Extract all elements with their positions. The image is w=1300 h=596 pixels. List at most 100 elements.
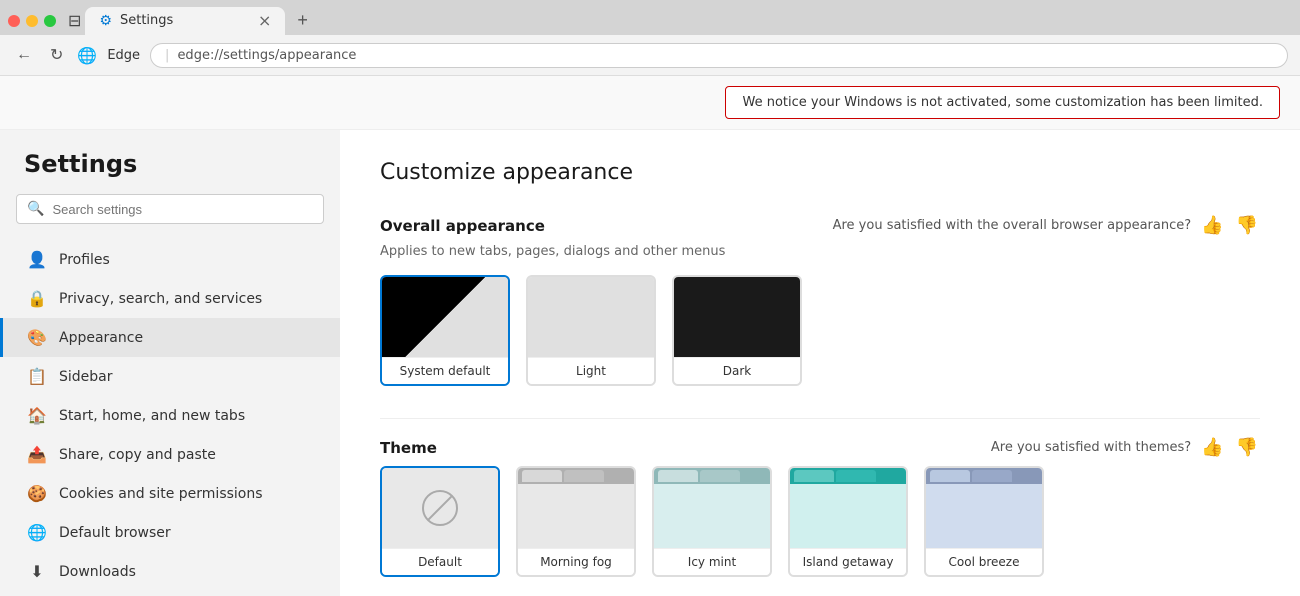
sidebar-item-label-share: Share, copy and paste [59, 447, 216, 463]
cookies-icon: 🍪 [27, 484, 47, 503]
dark-preview [674, 277, 800, 357]
sidebar-toggle-button[interactable]: ⊟ [68, 11, 81, 31]
light-preview [528, 277, 654, 357]
theme-option-island-getaway[interactable]: Island getaway [788, 466, 908, 577]
theme-section: Theme Are you satisfied with themes? 👍 👎… [380, 435, 1260, 577]
share-icon: 📤 [27, 445, 47, 464]
sidebar-item-label-sidebar: Sidebar [59, 369, 113, 385]
island-getaway-visual [790, 468, 906, 548]
theme-section-header: Theme Are you satisfied with themes? 👍 👎 [380, 435, 1260, 460]
theme-option-cool-breeze[interactable]: Cool breeze [924, 466, 1044, 577]
profiles-icon: 👤 [27, 250, 47, 269]
light-label: Light [528, 357, 654, 384]
theme-option-icy-mint[interactable]: Icy mint [652, 466, 772, 577]
new-tab-button[interactable]: + [289, 6, 316, 35]
appearance-option-dark[interactable]: Dark [672, 275, 802, 386]
traffic-light-close[interactable] [8, 15, 20, 27]
icy-mint-preview [654, 468, 770, 548]
address-text: edge://settings/appearance [177, 48, 356, 63]
sidebar-item-downloads[interactable]: ⬇ Downloads [0, 552, 340, 591]
default-theme-preview [382, 468, 498, 548]
appearance-option-system-default[interactable]: System default [380, 275, 510, 386]
search-icon: 🔍 [27, 201, 44, 217]
appearance-option-light[interactable]: Light [526, 275, 656, 386]
sidebar-item-label-downloads: Downloads [59, 564, 136, 580]
sidebar-item-label-start: Start, home, and new tabs [59, 408, 245, 424]
system-default-label: System default [382, 357, 508, 384]
system-default-visual [382, 277, 508, 357]
settings-search-box[interactable]: 🔍 [16, 194, 324, 224]
sidebar-item-label-profiles: Profiles [59, 252, 110, 268]
morning-fog-label: Morning fog [518, 548, 634, 575]
default-theme-label: Default [382, 548, 498, 575]
overall-thumbs-down-button[interactable]: 👎 [1234, 213, 1260, 238]
overall-thumbs-up-button[interactable]: 👍 [1199, 213, 1225, 238]
appearance-options-row: System default Light Dark [380, 275, 1260, 386]
sidebar-item-sidebar[interactable]: 📋 Sidebar [0, 357, 340, 396]
island-getaway-label: Island getaway [790, 548, 906, 575]
tab-title: Settings [120, 13, 173, 28]
cool-breeze-label: Cool breeze [926, 548, 1042, 575]
dark-label: Dark [674, 357, 800, 384]
traffic-light-fullscreen[interactable] [44, 15, 56, 27]
overall-section-subtitle: Applies to new tabs, pages, dialogs and … [380, 244, 1260, 259]
sidebar-icon: 📋 [27, 367, 47, 386]
overall-appearance-section: Overall appearance Are you satisfied wit… [380, 213, 1260, 386]
theme-section-title: Theme [380, 439, 991, 457]
settings-sidebar: Settings 🔍 👤 Profiles 🔒 Privacy, search,… [0, 130, 340, 596]
theme-thumbs-up-button[interactable]: 👍 [1199, 435, 1225, 460]
morning-fog-visual [518, 468, 634, 548]
island-getaway-preview [790, 468, 906, 548]
sidebar-item-label-appearance: Appearance [59, 330, 143, 346]
theme-thumbs-down-button[interactable]: 👎 [1234, 435, 1260, 460]
home-icon: 🏠 [27, 406, 47, 425]
sidebar-item-appearance[interactable]: 🎨 Appearance [0, 318, 340, 357]
section-divider [380, 418, 1260, 419]
privacy-icon: 🔒 [27, 289, 47, 308]
tab-settings-icon: ⚙ [99, 13, 112, 29]
sidebar-item-profiles[interactable]: 👤 Profiles [0, 240, 340, 279]
theme-feedback-question: Are you satisfied with themes? [991, 440, 1191, 455]
system-default-preview [382, 277, 508, 357]
light-visual [528, 277, 654, 357]
address-divider: | [165, 48, 169, 63]
tab-close-button[interactable]: × [258, 13, 271, 29]
overall-feedback-question: Are you satisfied with the overall brows… [833, 218, 1192, 233]
default-browser-icon: 🌐 [27, 523, 47, 542]
sidebar-item-family-safety[interactable]: 👨‍👩‍👧 Family safety [0, 591, 340, 596]
theme-option-default[interactable]: Default [380, 466, 500, 577]
overall-section-header: Overall appearance Are you satisfied wit… [380, 213, 1260, 238]
sidebar-item-privacy[interactable]: 🔒 Privacy, search, and services [0, 279, 340, 318]
sidebar-item-cookies[interactable]: 🍪 Cookies and site permissions [0, 474, 340, 513]
downloads-icon: ⬇ [27, 562, 47, 581]
active-tab[interactable]: ⚙ Settings × [85, 7, 285, 35]
default-theme-icon [422, 490, 458, 526]
sidebar-item-label-privacy: Privacy, search, and services [59, 291, 262, 307]
settings-content: Customize appearance Overall appearance … [340, 130, 1300, 596]
windows-activation-notice: We notice your Windows is not activated,… [725, 86, 1280, 119]
cool-breeze-preview [926, 468, 1042, 548]
search-input[interactable] [52, 202, 313, 217]
sidebar-item-share[interactable]: 📤 Share, copy and paste [0, 435, 340, 474]
edge-label: Edge [107, 48, 140, 63]
icy-mint-label: Icy mint [654, 548, 770, 575]
morning-fog-preview [518, 468, 634, 548]
theme-feedback: Are you satisfied with themes? 👍 👎 [991, 435, 1260, 460]
theme-options-row: Default Morning fog [380, 466, 1260, 577]
appearance-icon: 🎨 [27, 328, 47, 347]
sidebar-item-start-home[interactable]: 🏠 Start, home, and new tabs [0, 396, 340, 435]
sidebar-item-label-cookies: Cookies and site permissions [59, 486, 263, 502]
address-bar[interactable]: | edge://settings/appearance [150, 43, 1288, 68]
overall-section-title: Overall appearance [380, 217, 833, 235]
sidebar-item-label-default-browser: Default browser [59, 525, 171, 541]
sidebar-item-default-browser[interactable]: 🌐 Default browser [0, 513, 340, 552]
edge-logo-icon: 🌐 [77, 46, 97, 65]
notification-message: We notice your Windows is not activated,… [742, 95, 1263, 110]
icy-mint-visual [654, 468, 770, 548]
sidebar-title: Settings [0, 150, 340, 194]
refresh-button[interactable]: ↻ [46, 41, 67, 69]
notification-banner: We notice your Windows is not activated,… [0, 76, 1300, 130]
theme-option-morning-fog[interactable]: Morning fog [516, 466, 636, 577]
back-button[interactable]: ← [12, 42, 36, 68]
traffic-light-minimize[interactable] [26, 15, 38, 27]
